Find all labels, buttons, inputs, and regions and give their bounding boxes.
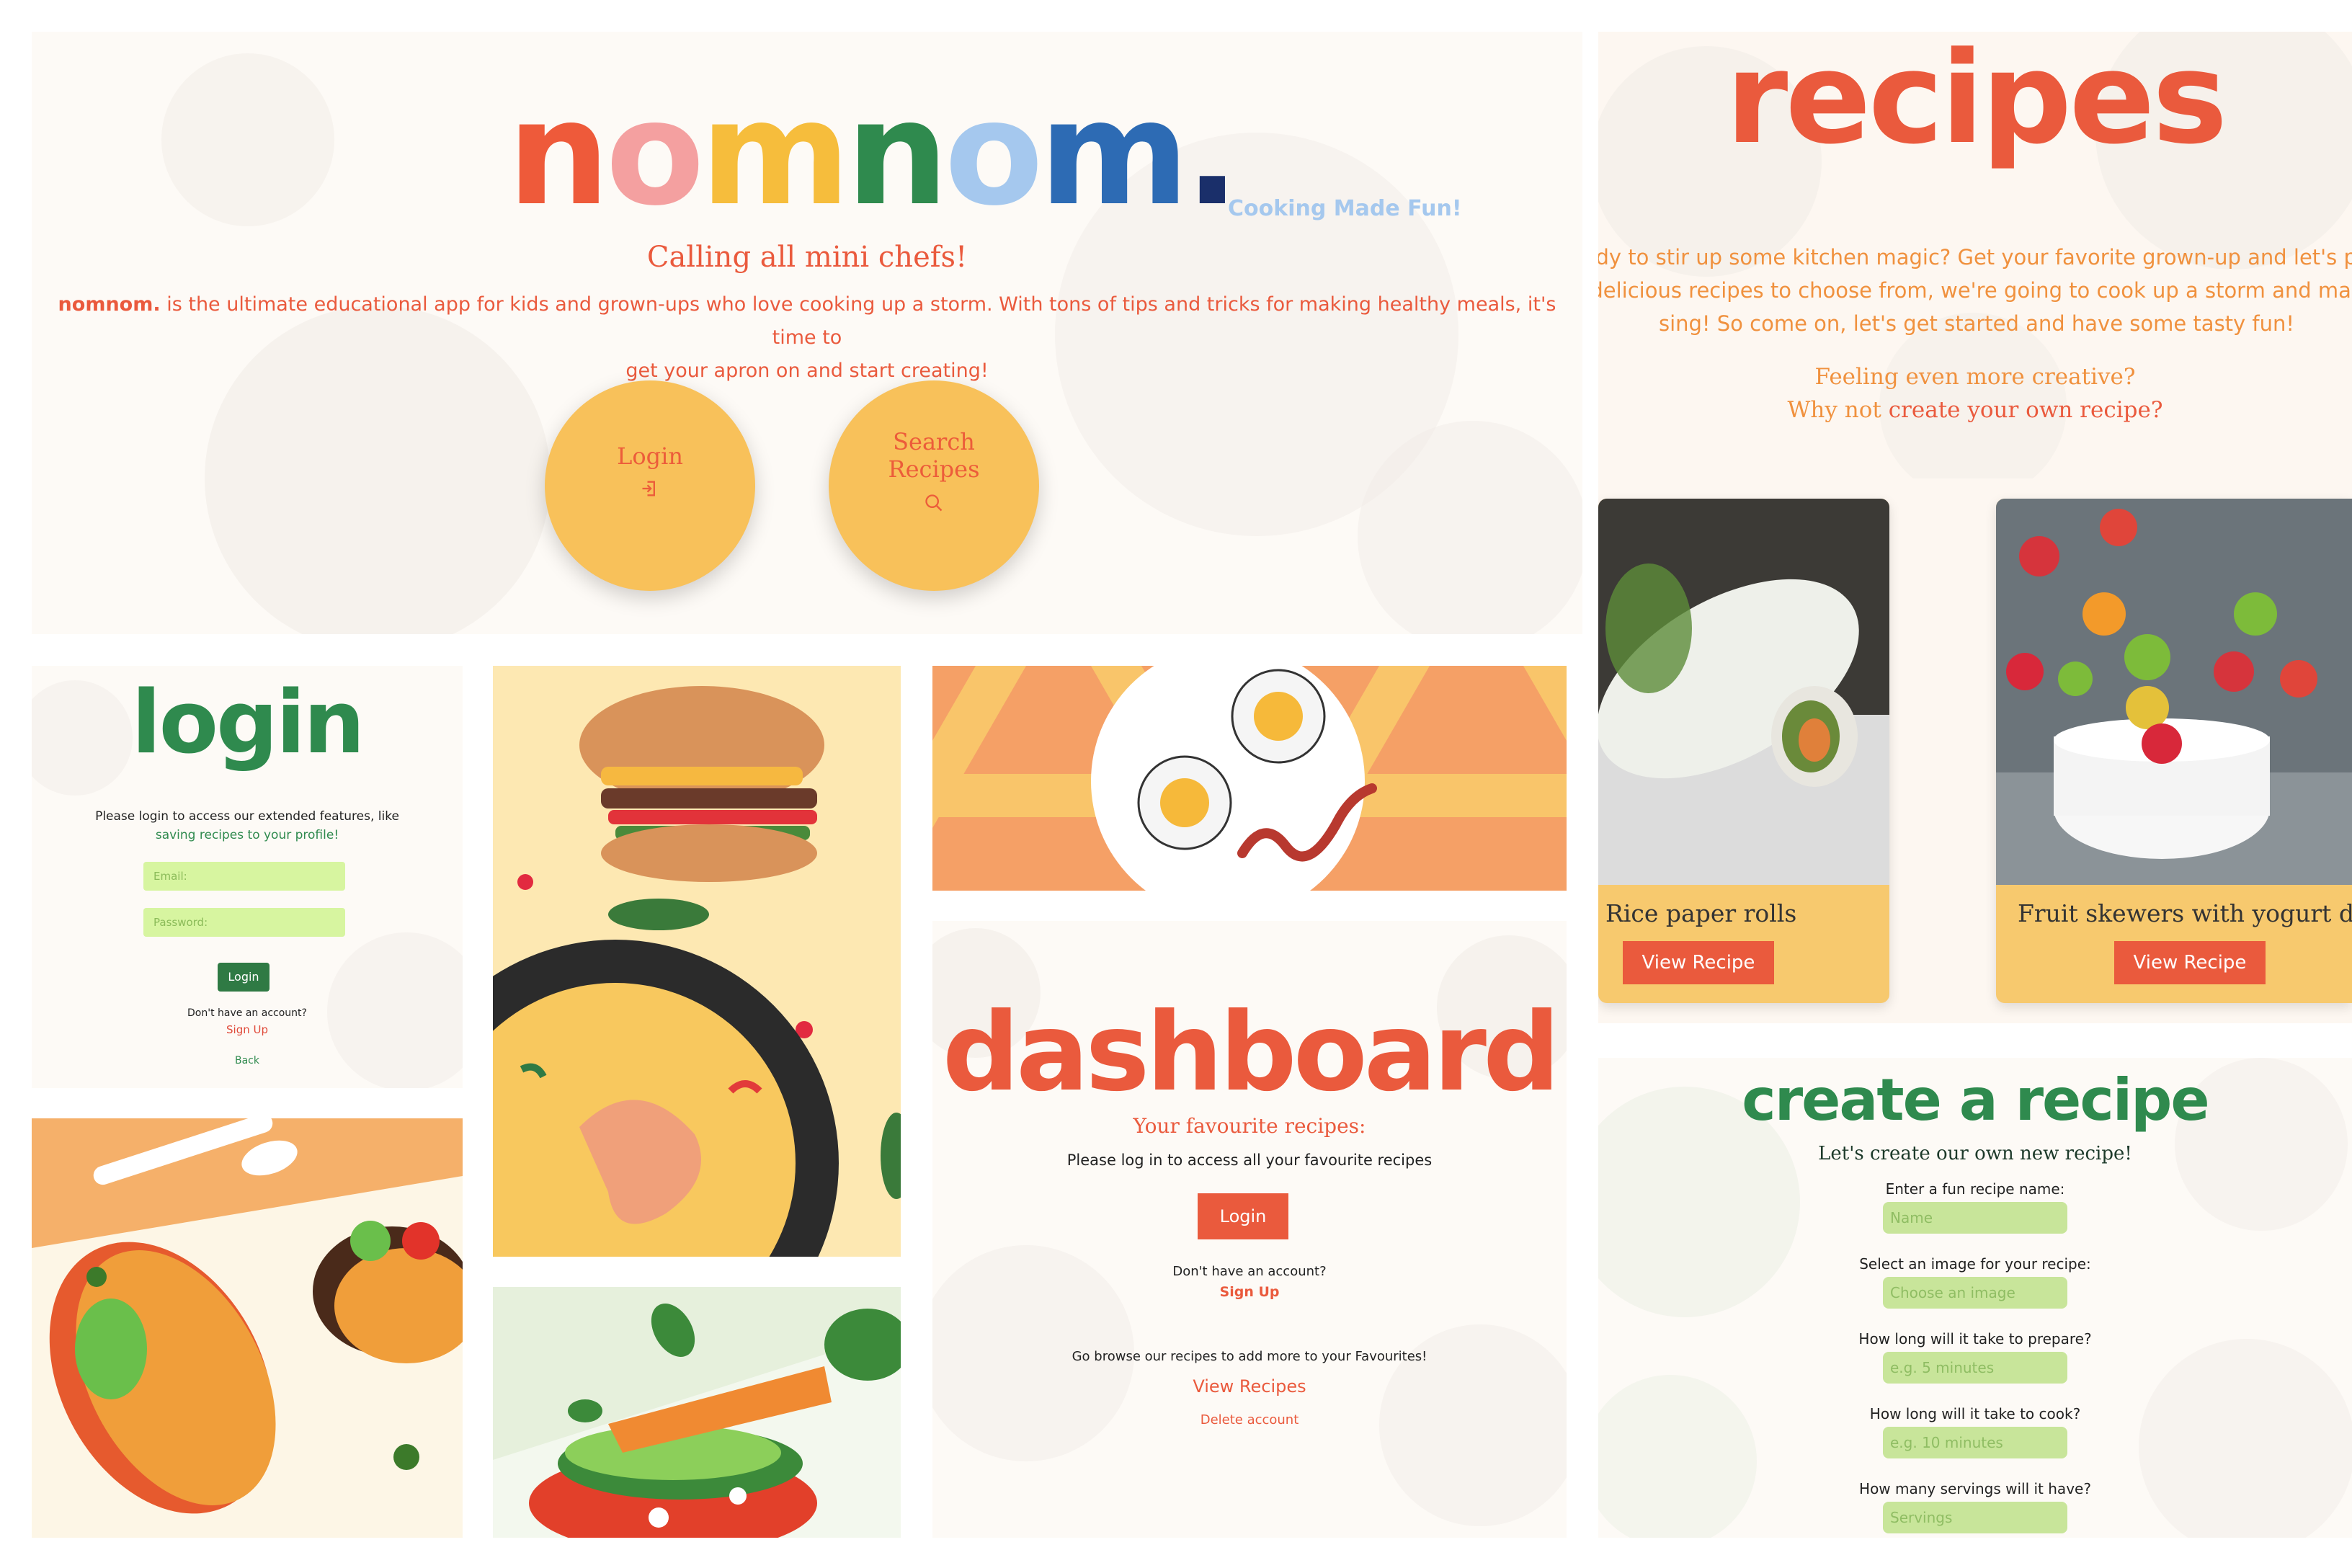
form-field-group: How many servings will it have? Servings	[1598, 1480, 2352, 1538]
login-button-label: Login	[617, 442, 683, 470]
dashboard-login-button[interactable]: Login	[1198, 1193, 1288, 1239]
logo-letter: o	[605, 70, 704, 238]
form-field-group: Select an image for your recipe: Choose …	[1598, 1255, 2352, 1330]
prep-time-label: How long will it take to prepare?	[1858, 1330, 2092, 1348]
servings-input[interactable]: Servings	[1883, 1502, 2067, 1533]
search-button-label-2: Recipes	[888, 455, 980, 483]
home-heading: Calling all mini chefs!	[646, 241, 968, 274]
logo-letter: o	[944, 70, 1043, 238]
dashboard-subtitle: Your favourite recipes:	[1133, 1114, 1366, 1138]
recipe-name-label: Enter a fun recipe name:	[1885, 1180, 2065, 1198]
vegetable-illustration	[493, 1287, 901, 1538]
logo-letter: m	[700, 70, 850, 238]
app-logo: nomnom.	[507, 75, 1239, 233]
recipe-image-input[interactable]: Choose an image	[1883, 1277, 2067, 1309]
search-icon	[925, 494, 943, 512]
home-intro: nomnom. is the ultimate educational app …	[46, 288, 1568, 388]
signup-link[interactable]: Sign Up	[932, 1284, 1567, 1300]
home-panel: nomnom. Cooking Made Fun! Calling all mi…	[32, 32, 1582, 634]
create-recipe-link[interactable]: create your own recipe?	[1889, 397, 2163, 423]
login-message: Please login to access our extended feat…	[32, 807, 463, 845]
taco-illustration	[32, 1118, 463, 1538]
logo-letter: m	[1039, 70, 1189, 238]
email-field[interactable]: Email:	[143, 862, 345, 891]
intro-text-2: get your apron on and start creating!	[625, 360, 989, 382]
view-recipe-button[interactable]: View Recipe	[1623, 941, 1774, 984]
recipes-intro: ady to stir up some kitchen magic? Get y…	[1598, 241, 2352, 340]
recipes-intro-line: delicious recipes to choose from, we're …	[1598, 278, 2352, 303]
recipe-image-fruit-skewers	[1996, 499, 2352, 885]
tagline: Cooking Made Fun!	[1228, 196, 1462, 221]
creative-line: Why not	[1787, 397, 1889, 423]
delete-account-link[interactable]: Delete account	[932, 1412, 1567, 1427]
login-message-line: Please login to access our extended feat…	[95, 809, 399, 824]
create-recipe-subtitle: Let's create our own new recipe!	[1818, 1143, 2132, 1164]
recipe-image-rice-paper-rolls	[1598, 499, 1889, 885]
browse-text: Go browse our recipes to add more to you…	[1072, 1349, 1427, 1364]
logo-letter: n	[846, 70, 948, 238]
login-title: login	[131, 673, 365, 773]
create-recipe-title: create a recipe	[1742, 1066, 2209, 1133]
recipes-panel: recipes ady to stir up some kitchen magi…	[1598, 32, 2352, 1023]
prep-time-input[interactable]: e.g. 5 minutes	[1883, 1352, 2067, 1384]
login-submit-button[interactable]: Login	[218, 963, 270, 992]
login-round-button[interactable]: Login	[545, 380, 755, 591]
create-recipe-panel: create a recipe Let's create our own new…	[1598, 1058, 2352, 1538]
login-message-highlight: saving recipes to your profile!	[155, 828, 339, 842]
dashboard-panel: dashboard Your favourite recipes: Please…	[932, 921, 1567, 1538]
search-button-label: Search	[893, 428, 975, 455]
view-recipes-link[interactable]: View Recipes	[932, 1376, 1567, 1396]
search-recipes-round-button[interactable]: Search Recipes	[829, 380, 1039, 591]
cook-time-input[interactable]: e.g. 10 minutes	[1883, 1427, 2067, 1458]
recipe-form: Enter a fun recipe name: Name Select an …	[1598, 1180, 2352, 1538]
eggs-illustration	[932, 666, 1567, 891]
logo-letter: n	[507, 70, 610, 238]
form-field-group: How long will it take to cook? e.g. 10 m…	[1598, 1405, 2352, 1480]
password-field[interactable]: Password:	[143, 908, 345, 937]
recipe-name: Fruit skewers with yogurt d	[2018, 899, 2352, 927]
recipe-image-label: Select an image for your recipe:	[1859, 1255, 2091, 1273]
back-link[interactable]: Back	[32, 1055, 463, 1066]
recipes-intro-line: sing! So come on, let's get started and …	[1658, 311, 2295, 336]
servings-label: How many servings will it have?	[1859, 1480, 2091, 1497]
cook-time-label: How long will it take to cook?	[1869, 1405, 2081, 1422]
brand-word: nomnom.	[58, 293, 161, 316]
recipe-name: Rice paper rolls	[1605, 899, 1797, 927]
creative-line: Feeling even more creative?	[1814, 364, 2136, 390]
login-icon	[642, 481, 655, 496]
login-panel: login Please login to access our extende…	[32, 666, 463, 1088]
no-account-text: Don't have an account?	[1172, 1264, 1327, 1279]
signup-link[interactable]: Sign Up	[32, 1023, 463, 1036]
view-recipe-button[interactable]: View Recipe	[2114, 941, 2266, 984]
creative-prompt: Feeling even more creative? Why not crea…	[1598, 360, 2352, 427]
dashboard-message: Please log in to access all your favouri…	[1066, 1152, 1433, 1169]
recipe-card[interactable]: Rice paper rolls View Recipe	[1598, 499, 1889, 1003]
recipes-intro-line: ady to stir up some kitchen magic? Get y…	[1598, 245, 2352, 270]
form-field-group: How long will it take to prepare? e.g. 5…	[1598, 1330, 2352, 1405]
recipe-card[interactable]: Fruit skewers with yogurt d View Recipe	[1996, 499, 2352, 1003]
recipe-name-input[interactable]: Name	[1883, 1202, 2067, 1234]
intro-text: is the ultimate educational app for kids…	[160, 293, 1556, 349]
burger-paella-illustration	[493, 666, 901, 1257]
dashboard-title: dashboard	[942, 990, 1561, 1115]
recipes-title: recipes	[1725, 32, 2228, 172]
form-field-group: Enter a fun recipe name: Name	[1598, 1180, 2352, 1255]
no-account-text: Don't have an account?	[187, 1007, 307, 1019]
